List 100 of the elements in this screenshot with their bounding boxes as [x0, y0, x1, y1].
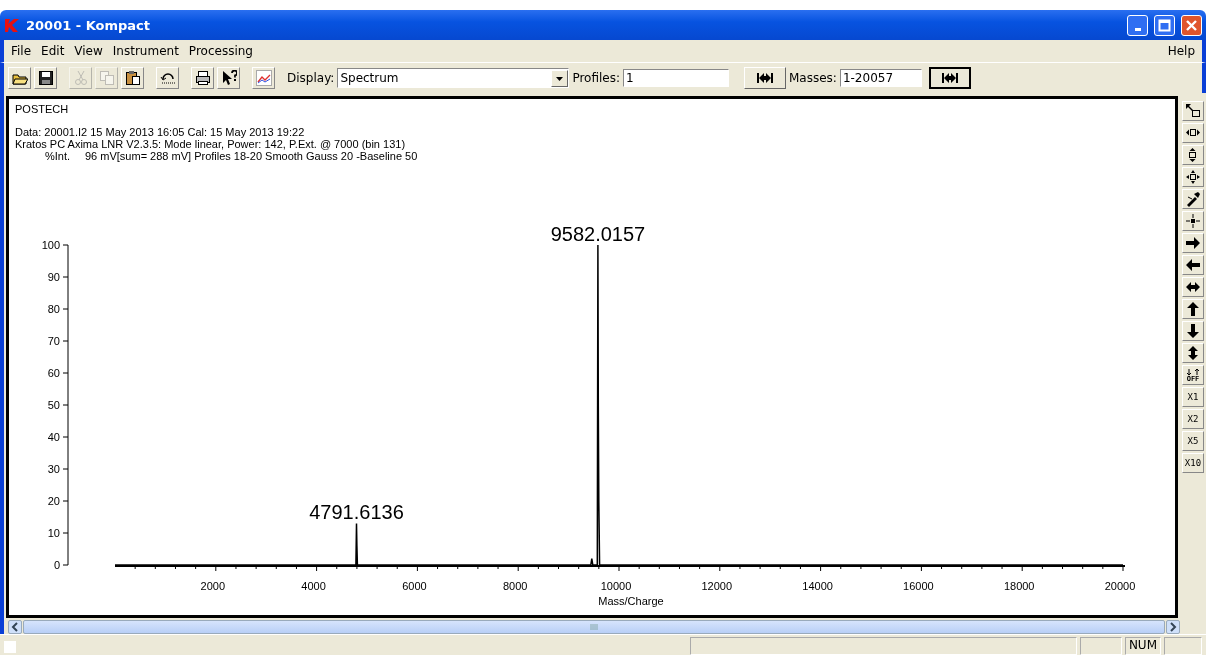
scale-button[interactable]: X10 — [1182, 453, 1204, 473]
tool-button[interactable] — [1182, 189, 1204, 209]
y-tick-label: 40 — [47, 431, 60, 443]
y-tick-label: 90 — [47, 271, 60, 283]
y-tick-label: 50 — [47, 399, 60, 411]
x-tick-label: 8000 — [502, 580, 528, 592]
y-tick-label: 30 — [47, 463, 60, 475]
close-button[interactable] — [1181, 14, 1202, 36]
dropdown-arrow-icon — [555, 74, 565, 82]
down-arrow-icon — [1185, 323, 1201, 339]
expand-horizontal-icon — [1185, 279, 1201, 295]
close-icon — [1185, 18, 1198, 32]
pan-up-button[interactable] — [1182, 299, 1204, 319]
right-arrow-icon — [1185, 235, 1201, 251]
scrollbar-thumb[interactable] — [23, 620, 1165, 634]
pan-left-button[interactable] — [1182, 255, 1204, 275]
pan-right-button[interactable] — [1182, 233, 1204, 253]
x-axis-label: Mass/Charge — [598, 595, 664, 607]
up-arrow-icon — [1185, 301, 1201, 317]
menu-item[interactable]: File — [6, 44, 37, 58]
y-tick-label: 70 — [47, 335, 60, 347]
status-pane — [1164, 637, 1202, 655]
copy-icon — [98, 70, 115, 86]
x-tick-label: 16000 — [903, 580, 934, 592]
x-tick-label: 12000 — [701, 580, 733, 592]
full-range-button[interactable] — [928, 67, 971, 89]
acquisition-info: Data: 20001.I2 15 May 2013 16:05 Cal: 15 May 2013 19:22 — [15, 126, 306, 138]
zoom-horizontal-button[interactable] — [1182, 123, 1204, 143]
scale-button[interactable]: X2 — [1182, 409, 1204, 429]
minimize-icon — [1134, 27, 1141, 31]
peak-label: 9582.0157 — [550, 223, 646, 245]
zoom-button[interactable] — [1182, 167, 1204, 187]
menu-item[interactable]: Edit — [36, 44, 70, 58]
print-button[interactable] — [191, 67, 214, 89]
shrink-icon — [1185, 213, 1201, 229]
peak-label: 4791.6136 — [309, 501, 404, 524]
x-tick-label: 6000 — [402, 580, 427, 592]
acquisition-info: Kratos PC Axima LNR V2.3.5: Mode linear, Power: 142, P.Ext. @ 7000 (bin 131) — [15, 138, 407, 150]
display-dropdown[interactable]: Spectrum — [337, 68, 570, 88]
x-tick-label: 20000 — [1104, 580, 1136, 592]
x-tick-label: 4000 — [301, 580, 326, 592]
paste-button[interactable] — [121, 67, 144, 89]
expand-horizontal-button[interactable] — [1182, 277, 1204, 297]
menu-item[interactable]: Processing — [183, 44, 258, 58]
line-chart-icon — [255, 70, 272, 86]
chevron-left-icon — [11, 622, 19, 632]
clipboard-icon — [124, 70, 141, 86]
status-pane — [1079, 637, 1122, 655]
y-tick-label: 80 — [47, 303, 60, 315]
printer-icon — [194, 70, 211, 86]
y-tick-label: 10 — [47, 527, 60, 539]
y-tick-label: 0 — [53, 559, 60, 571]
y-tick-label: 20 — [47, 495, 60, 507]
x-tick-label: 2000 — [200, 580, 226, 592]
profiles-label: Profiles: — [572, 71, 620, 85]
expand-vertical-button[interactable] — [1182, 343, 1204, 363]
app-logo-icon — [4, 17, 20, 33]
x-tick-label: 18000 — [1003, 580, 1035, 592]
save-button[interactable] — [34, 67, 57, 89]
profiles-field[interactable]: 1 — [623, 69, 729, 87]
maximize-button[interactable] — [1154, 14, 1175, 36]
minimize-button[interactable] — [1127, 14, 1148, 36]
undo-button[interactable] — [156, 67, 179, 89]
menu-item[interactable]: Help — [1162, 44, 1200, 58]
maximize-icon — [1158, 18, 1171, 32]
sample-name: POSTECH — [15, 103, 70, 115]
masses-field[interactable]: 1-20057 — [839, 69, 922, 87]
range-arrows-icon — [756, 72, 774, 84]
masses-label: Masses: — [789, 71, 837, 85]
processing-info: 96 mV[sum= 288 mV] Profiles 18-20 Smooth Gauss 20 -Baseline 50 — [85, 150, 418, 162]
y-tick-label: 60 — [47, 367, 60, 379]
y-tick-label: 100 — [41, 239, 60, 251]
display-label: Display: — [287, 71, 335, 85]
scissors-icon — [72, 70, 89, 86]
grip-icon — [590, 623, 598, 631]
help-pointer-icon — [220, 70, 237, 86]
chevron-right-icon — [1169, 622, 1177, 632]
range-arrows-icon — [940, 72, 959, 84]
menu-item[interactable]: Instrument — [107, 44, 184, 58]
scroll-right-button[interactable] — [1166, 620, 1180, 634]
zoom-vertical-button[interactable] — [1182, 145, 1204, 165]
x-tick-label: 10000 — [600, 580, 632, 592]
help-button[interactable] — [217, 67, 240, 89]
tool-icon — [1185, 191, 1201, 207]
shrink-button[interactable] — [1182, 211, 1204, 231]
open-button[interactable] — [8, 67, 31, 89]
arrows-icon — [1185, 367, 1201, 376]
scale-button[interactable]: X1 — [1182, 387, 1204, 407]
undo-icon — [159, 70, 176, 86]
pan-down-button[interactable] — [1182, 321, 1204, 341]
x-tick-label: 14000 — [802, 580, 833, 592]
left-arrow-icon — [1185, 257, 1201, 273]
menu-item[interactable]: View — [69, 44, 108, 58]
scroll-left-button[interactable] — [8, 620, 22, 634]
zoom-icon — [1185, 169, 1201, 185]
chart-button[interactable] — [252, 67, 275, 89]
num-lock-indicator: NUM — [1124, 637, 1161, 655]
fit-view-button[interactable] — [1182, 101, 1204, 121]
scale-button[interactable]: X5 — [1182, 431, 1204, 451]
fit-view-icon — [1185, 103, 1201, 119]
